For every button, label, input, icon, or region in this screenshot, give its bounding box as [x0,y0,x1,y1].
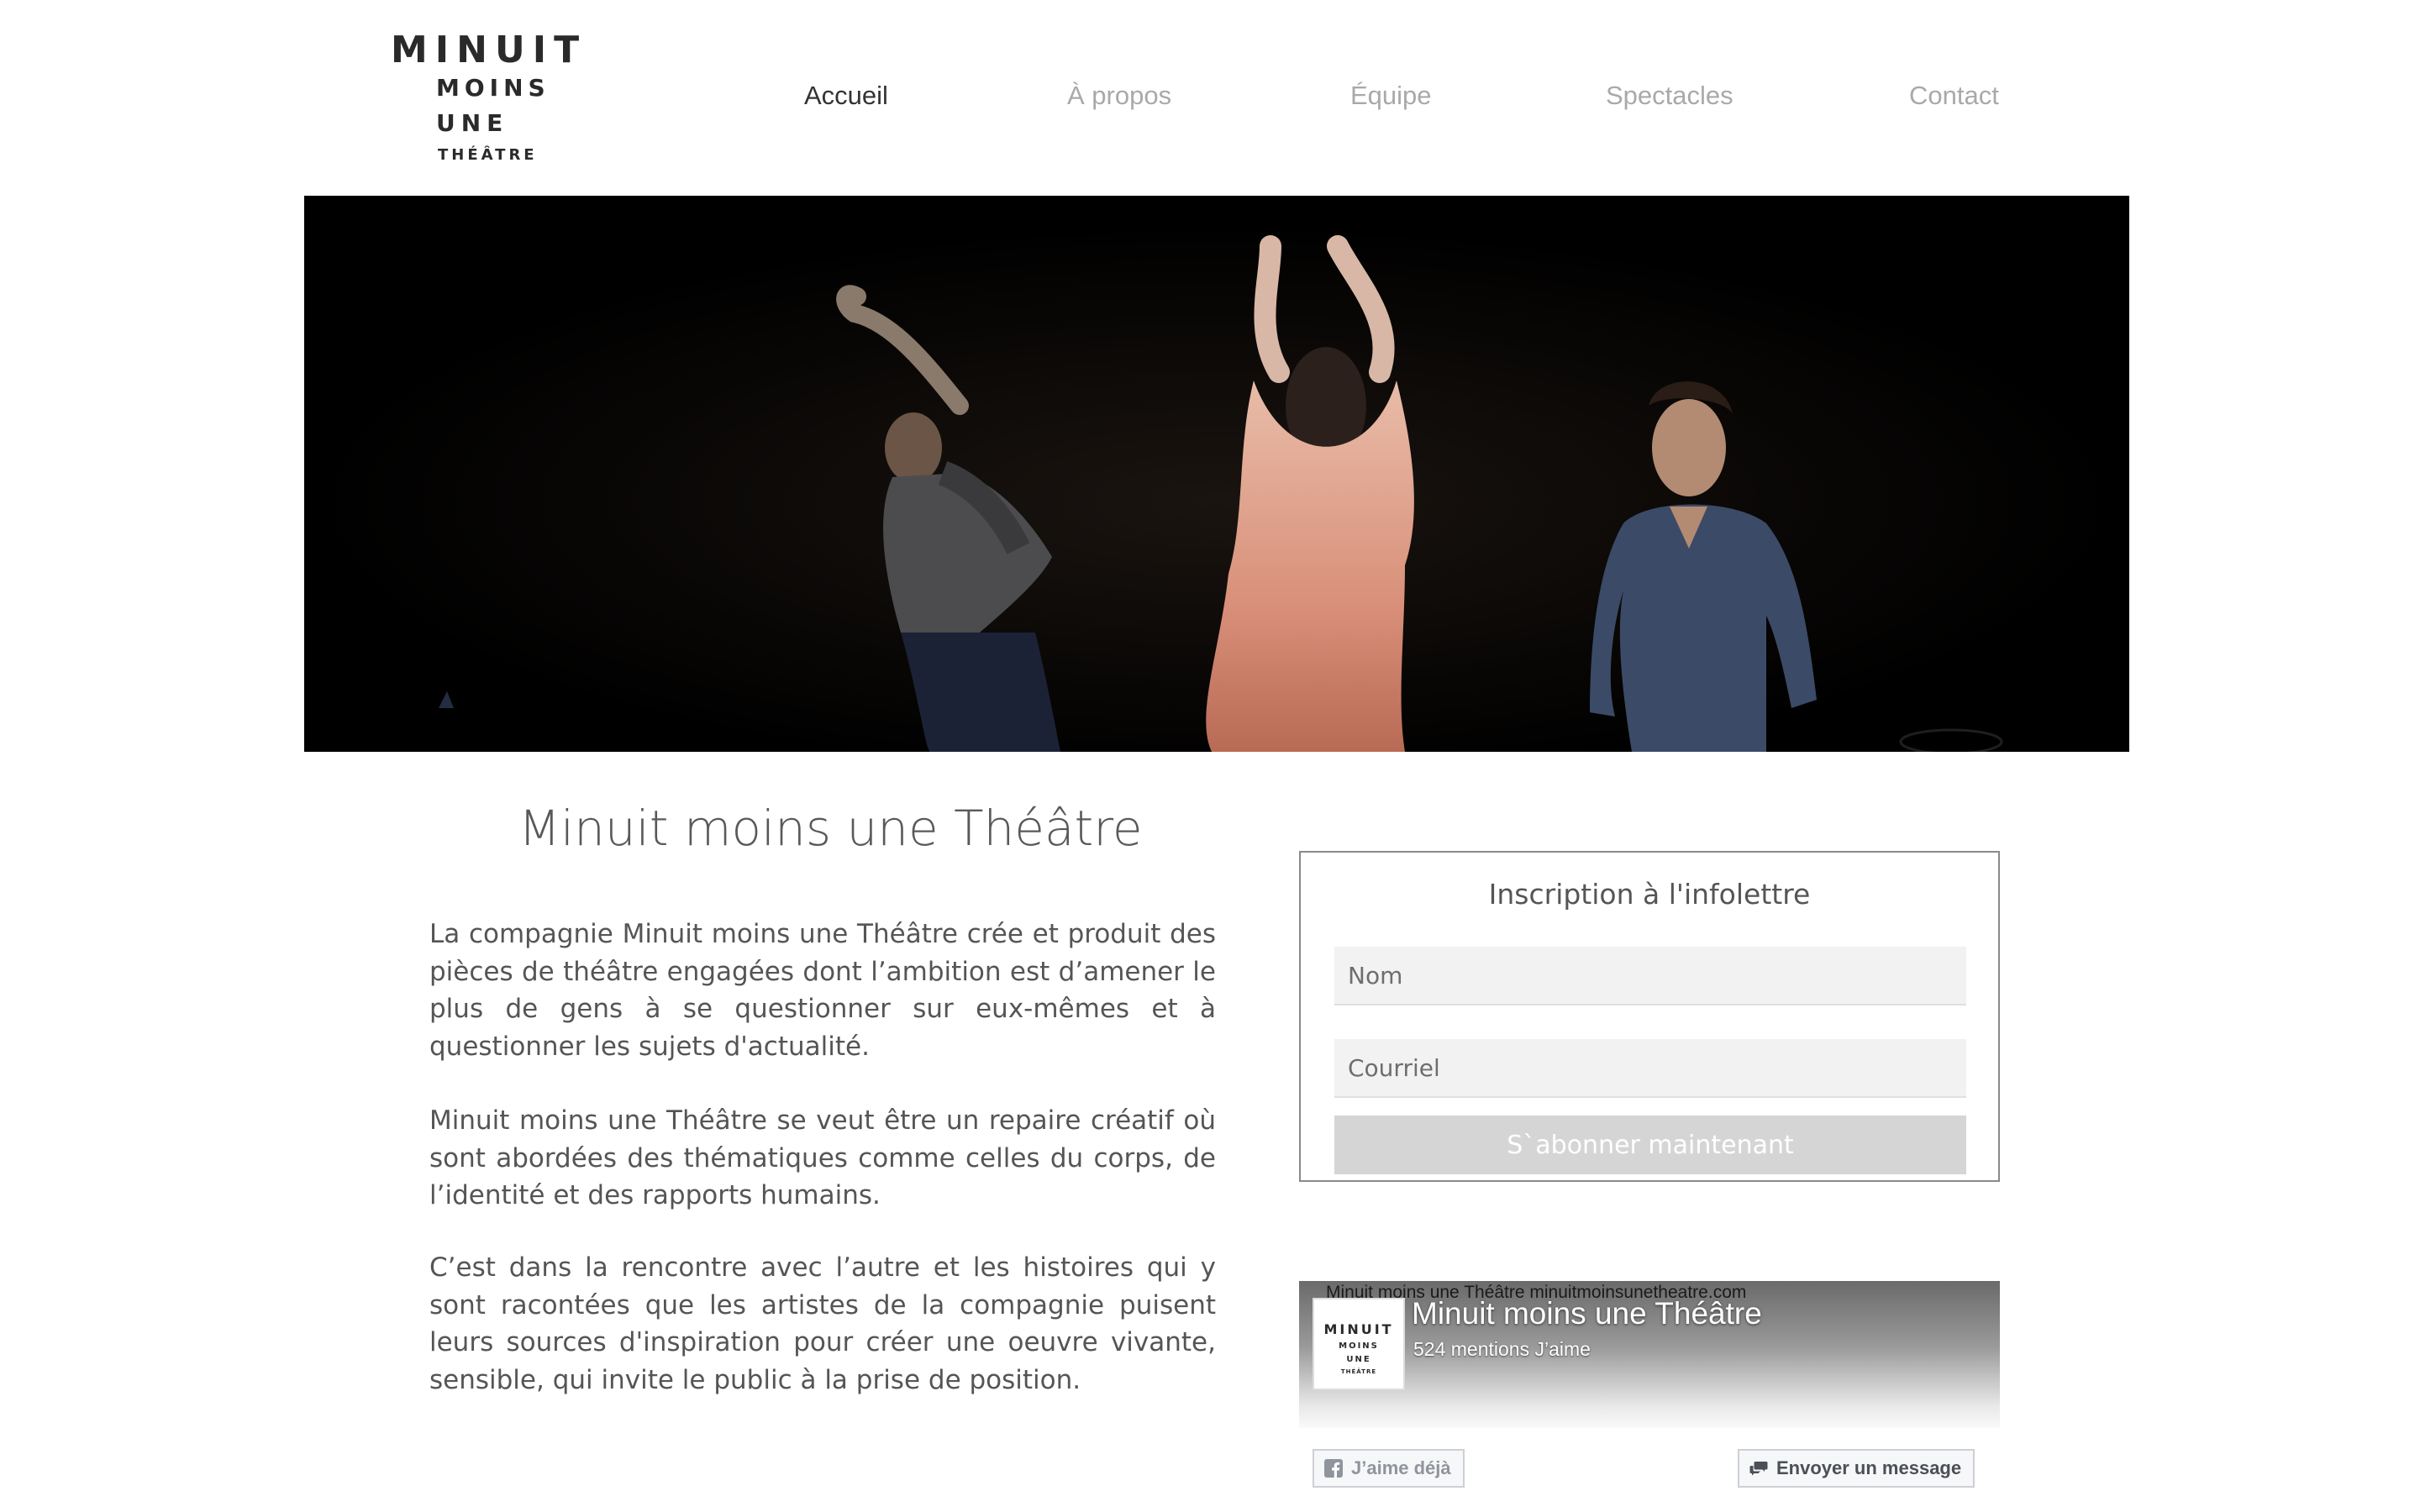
email-input[interactable] [1334,1039,1966,1098]
page-title: Minuit moins une Théâtre [518,800,1143,857]
subscribe-button[interactable]: S`abonner maintenant [1334,1116,1966,1174]
facebook-page-widget: Minuit moins une Théâtre minuitmoinsunet… [1299,1281,2000,1512]
facebook-cover[interactable]: Minuit moins une Théâtre minuitmoinsunet… [1299,1281,2000,1428]
facebook-like-button[interactable]: J’aime déjà [1313,1449,1465,1488]
inspiration-paragraph: C’est dans la rencontre avec l’autre et … [429,1252,1216,1395]
logo-line-moins: MOINS [436,74,550,102]
hero-stage-photo [304,196,2129,752]
logo-line-minuit: MINUIT [391,29,587,71]
nav-item-contact[interactable]: Contact [1909,81,1999,111]
logo-line-theatre: THÉÂTRE [438,146,538,164]
avatar-line-minuit: MINUIT [1323,1321,1394,1337]
nav-item-equipe[interactable]: Équipe [1350,81,1432,111]
logo-line-une: UNE [436,109,509,137]
name-input[interactable] [1334,947,1966,1005]
facebook-like-label: J’aime déjà [1351,1457,1451,1478]
nav-item-spectacles[interactable]: Spectacles [1606,81,1733,111]
hero-illustration [304,196,2129,752]
newsletter-title: Inscription à l'infolettre [1488,878,1811,911]
newsletter-form: Inscription à l'infolettre S`abonner mai… [1299,851,2000,1182]
site-logo[interactable]: MINUIT MOINS UNE THÉÂTRE [391,29,584,171]
facebook-f-icon [1324,1459,1343,1478]
avatar-line-moins: MOINS [1339,1341,1379,1351]
facebook-avatar[interactable]: MINUIT MOINS UNE THÉÂTRE [1313,1298,1405,1390]
facebook-message-button[interactable]: Envoyer un message [1738,1449,1975,1488]
avatar-line-theatre: THÉÂTRE [1340,1368,1377,1375]
facebook-message-label: Envoyer un message [1776,1457,1962,1478]
avatar-line-une: UNE [1346,1355,1371,1364]
message-bubble-icon [1749,1462,1768,1476]
nav-item-accueil[interactable]: Accueil [804,81,888,111]
nav-item-a-propos[interactable]: À propos [1067,81,1171,111]
intro-paragraph: La compagnie Minuit moins une Théâtre cr… [429,919,1216,1062]
themes-paragraph: Minuit moins une Théâtre se veut être un… [429,1105,1216,1210]
facebook-like-count: 524 mentions J’aime [1413,1338,1591,1360]
facebook-page-name[interactable]: Minuit moins une Théâtre [1412,1296,1762,1331]
